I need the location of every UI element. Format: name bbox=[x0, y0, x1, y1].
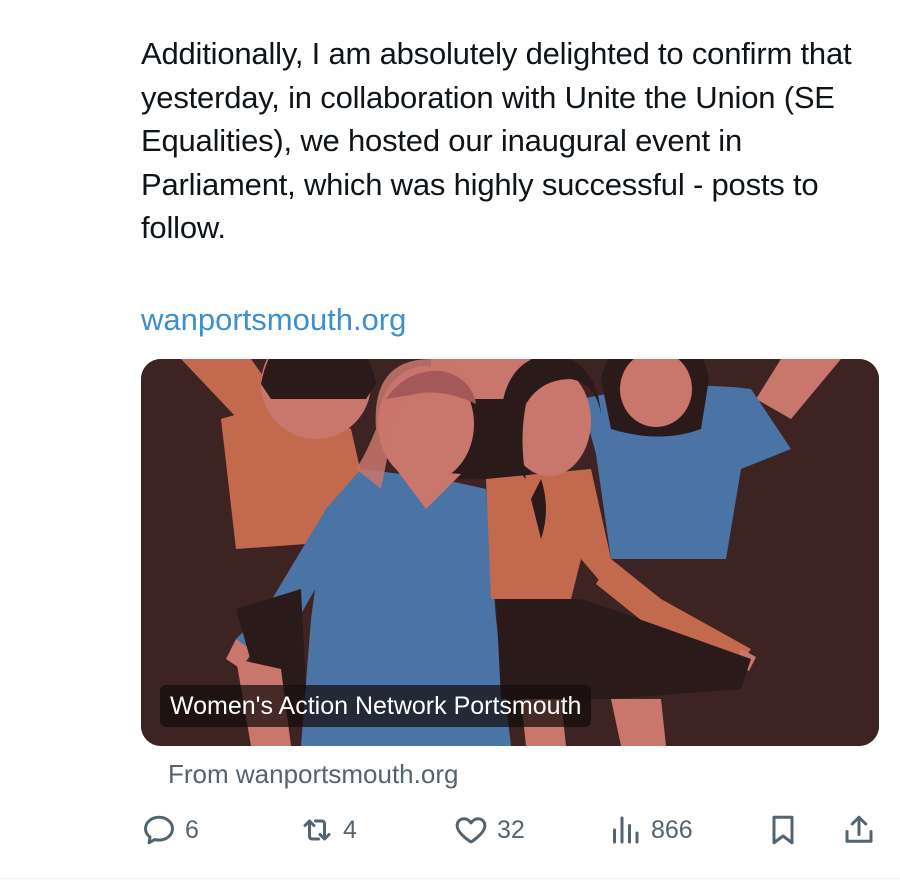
tweet-actions: 6 4 32 866 bbox=[141, 810, 881, 850]
bookmark-button[interactable] bbox=[765, 810, 801, 850]
repost-icon bbox=[303, 819, 331, 841]
views-button[interactable]: 866 bbox=[607, 810, 693, 850]
share-button[interactable] bbox=[841, 810, 877, 850]
views-count: 866 bbox=[651, 815, 693, 844]
card-source[interactable]: From wanportsmouth.org bbox=[168, 757, 458, 791]
bookmark-icon bbox=[772, 815, 794, 845]
card-caption: Women's Action Network Portsmouth bbox=[160, 685, 592, 727]
bottom-divider bbox=[0, 878, 900, 879]
tweet-link[interactable]: wanportsmouth.org bbox=[141, 298, 406, 341]
reply-icon bbox=[144, 815, 174, 845]
like-button[interactable]: 32 bbox=[453, 810, 525, 850]
repost-button[interactable]: 4 bbox=[299, 810, 357, 850]
tweet-text: Additionally, I am absolutely delighted … bbox=[141, 36, 852, 245]
reply-count: 6 bbox=[185, 815, 199, 844]
link-preview-card[interactable]: Women's Action Network Portsmouth bbox=[141, 359, 879, 746]
share-icon bbox=[845, 815, 873, 843]
views-icon bbox=[613, 816, 639, 844]
reply-button[interactable]: 6 bbox=[141, 810, 199, 850]
heart-icon bbox=[455, 817, 487, 844]
like-count: 32 bbox=[497, 815, 525, 844]
repost-count: 4 bbox=[343, 815, 357, 844]
